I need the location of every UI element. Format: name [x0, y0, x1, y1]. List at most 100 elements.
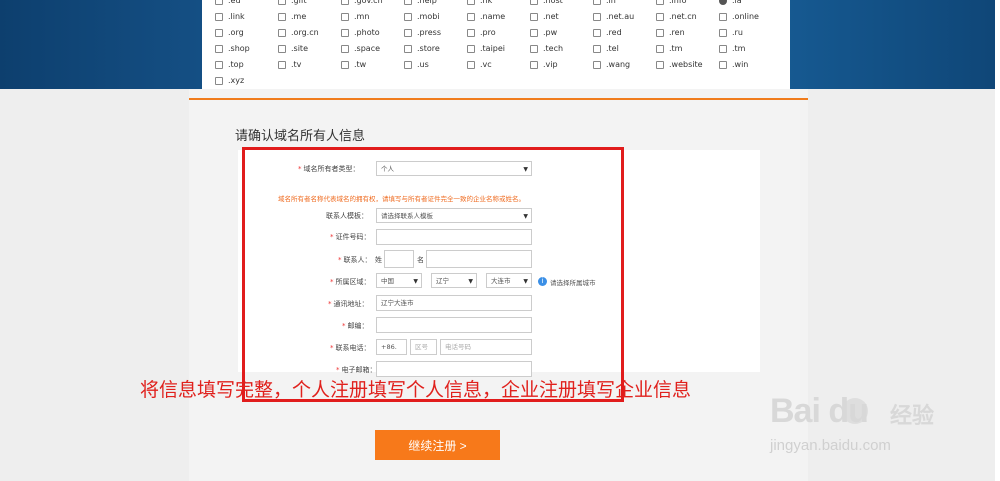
tld-option[interactable]: .wang	[593, 58, 630, 72]
tld-option[interactable]: .tel	[593, 42, 619, 56]
tld-option[interactable]: .ren	[656, 26, 685, 40]
tld-option[interactable]: .host	[530, 0, 563, 8]
checkbox[interactable]	[467, 0, 475, 5]
checkbox[interactable]	[593, 44, 601, 53]
checkbox[interactable]	[530, 12, 538, 21]
tld-option[interactable]: .tm	[656, 42, 682, 56]
tld-option[interactable]: .name	[467, 10, 505, 24]
tld-label: .red	[606, 28, 622, 37]
checkbox[interactable]	[593, 60, 601, 69]
checkbox[interactable]	[341, 44, 349, 53]
checkbox[interactable]	[215, 44, 223, 53]
tld-label: .info	[669, 0, 687, 5]
tld-option[interactable]: .mn	[341, 10, 369, 24]
checkbox[interactable]	[341, 60, 349, 69]
tld-label: .tv	[291, 60, 302, 69]
checkbox[interactable]	[656, 0, 664, 5]
checkbox[interactable]	[593, 28, 601, 37]
tld-option[interactable]: .net	[530, 10, 559, 24]
tld-option[interactable]: .hk	[467, 0, 492, 8]
checkbox[interactable]	[215, 28, 223, 37]
checkbox[interactable]	[341, 28, 349, 37]
tld-option[interactable]: .link	[215, 10, 245, 24]
checkbox[interactable]	[341, 0, 349, 5]
checkbox[interactable]	[404, 0, 412, 5]
tld-option[interactable]: .info	[656, 0, 687, 8]
checkbox[interactable]	[467, 44, 475, 53]
checkbox[interactable]	[719, 60, 727, 69]
tld-option[interactable]: .la	[719, 0, 742, 8]
checkbox[interactable]	[719, 28, 727, 37]
tld-option[interactable]: .press	[404, 26, 441, 40]
checkbox[interactable]	[215, 76, 223, 85]
checkbox[interactable]	[593, 12, 601, 21]
tld-option[interactable]: .tm	[719, 42, 745, 56]
checkbox[interactable]	[278, 12, 286, 21]
checkbox[interactable]	[719, 0, 727, 5]
checkbox[interactable]	[404, 60, 412, 69]
tld-option[interactable]: .net.au	[593, 10, 634, 24]
tld-option[interactable]: .me	[278, 10, 306, 24]
checkbox[interactable]	[656, 12, 664, 21]
tld-option[interactable]: .red	[593, 26, 622, 40]
tld-option[interactable]: .online	[719, 10, 759, 24]
tld-option[interactable]: .top	[215, 58, 244, 72]
checkbox[interactable]	[656, 28, 664, 37]
checkbox[interactable]	[404, 12, 412, 21]
tld-option[interactable]: .shop	[215, 42, 250, 56]
tld-option[interactable]: .help	[404, 0, 437, 8]
tld-label: .ru	[732, 28, 743, 37]
checkbox[interactable]	[215, 60, 223, 69]
tld-option[interactable]: .org	[215, 26, 244, 40]
tld-option[interactable]: .in	[593, 0, 616, 8]
checkbox[interactable]	[467, 28, 475, 37]
tld-option[interactable]: .vip	[530, 58, 558, 72]
checkbox[interactable]	[467, 12, 475, 21]
checkbox[interactable]	[404, 44, 412, 53]
tld-option[interactable]: .pw	[530, 26, 557, 40]
tld-option[interactable]: .ru	[719, 26, 743, 40]
tld-option[interactable]: .vc	[467, 58, 492, 72]
checkbox[interactable]	[656, 60, 664, 69]
tld-option[interactable]: .tv	[278, 58, 301, 72]
tld-option[interactable]: .pro	[467, 26, 496, 40]
checkbox[interactable]	[530, 44, 538, 53]
tld-label: .net.au	[606, 12, 635, 21]
checkbox[interactable]	[404, 28, 412, 37]
checkbox[interactable]	[530, 60, 538, 69]
checkbox[interactable]	[467, 60, 475, 69]
checkbox[interactable]	[341, 12, 349, 21]
tld-option[interactable]: .ed	[215, 0, 241, 8]
tld-option[interactable]: .us	[404, 58, 429, 72]
continue-register-button[interactable]: 继续注册 >	[375, 430, 500, 460]
checkbox[interactable]	[278, 0, 286, 5]
tld-option[interactable]: .xyz	[215, 74, 244, 88]
checkbox[interactable]	[530, 28, 538, 37]
checkbox[interactable]	[656, 44, 664, 53]
checkbox[interactable]	[278, 44, 286, 53]
tld-option[interactable]: .store	[404, 42, 440, 56]
tld-option[interactable]: .photo	[341, 26, 380, 40]
checkbox[interactable]	[719, 44, 727, 53]
checkbox[interactable]	[215, 12, 223, 21]
checkbox[interactable]	[530, 0, 538, 5]
tld-option[interactable]: .tech	[530, 42, 563, 56]
checkbox[interactable]	[215, 0, 223, 5]
tld-option[interactable]: .website	[656, 58, 703, 72]
tld-option[interactable]: .net.cn	[656, 10, 697, 24]
tld-label: .taipei	[480, 44, 506, 53]
tld-option[interactable]: .mobi	[404, 10, 440, 24]
tld-option[interactable]: .space	[341, 42, 380, 56]
checkbox[interactable]	[278, 28, 286, 37]
tld-option[interactable]: .win	[719, 58, 748, 72]
tld-option[interactable]: .tw	[341, 58, 366, 72]
tld-option[interactable]: .org.cn	[278, 26, 319, 40]
tld-option[interactable]: .site	[278, 42, 308, 56]
checkbox[interactable]	[278, 60, 286, 69]
tld-option[interactable]: .taipei	[467, 42, 505, 56]
left-gutter	[0, 89, 189, 481]
tld-option[interactable]: .gov.cn	[341, 0, 383, 8]
tld-option[interactable]: .gift	[278, 0, 307, 8]
checkbox[interactable]	[719, 12, 727, 21]
checkbox[interactable]	[593, 0, 601, 5]
